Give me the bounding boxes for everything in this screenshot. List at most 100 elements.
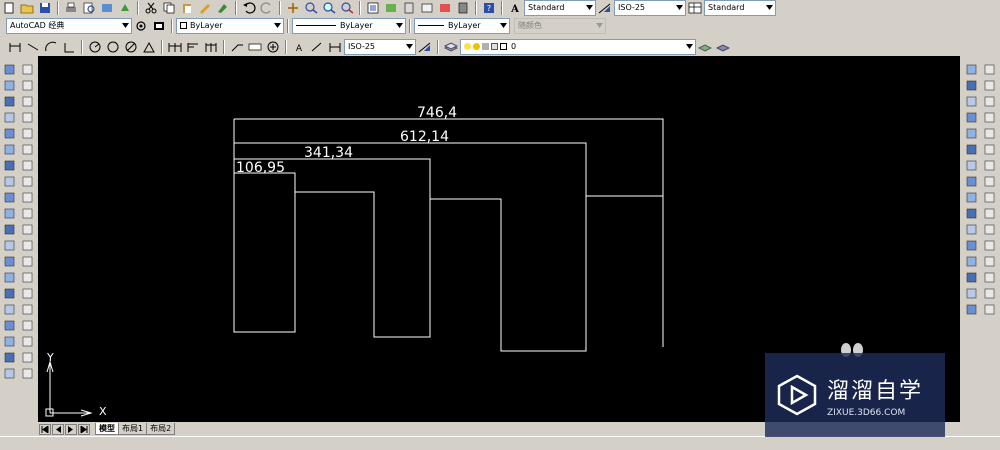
- tab-model[interactable]: 模型: [95, 423, 119, 435]
- make-block-icon[interactable]: [20, 270, 35, 285]
- baseline-dimension-icon[interactable]: [185, 40, 201, 54]
- table-icon-3d[interactable]: [2, 350, 17, 365]
- match-properties-icon[interactable]: [197, 1, 213, 15]
- ellipse-arc-icon-3d[interactable]: [2, 238, 17, 253]
- tab-layout1[interactable]: 布局1: [118, 423, 148, 435]
- previous-tab-button[interactable]: [52, 423, 64, 435]
- copy-icon[interactable]: [982, 78, 997, 93]
- trim-icon-solid[interactable]: [964, 206, 979, 221]
- chamfer-icon-solid[interactable]: [964, 270, 979, 285]
- trim-icon[interactable]: [982, 206, 997, 221]
- polygon-icon-3d[interactable]: [2, 126, 17, 141]
- circle-icon[interactable]: [20, 174, 35, 189]
- mirror-icon-solid[interactable]: [964, 94, 979, 109]
- point-icon-3d[interactable]: [2, 62, 17, 77]
- pan-realtime-icon[interactable]: [285, 1, 301, 15]
- arc-icon-3d[interactable]: [2, 158, 17, 173]
- workspace-select[interactable]: AutoCAD 经典: [6, 17, 132, 34]
- dimension-edit-icon[interactable]: A: [291, 40, 307, 54]
- rotate-icon[interactable]: [982, 158, 997, 173]
- hatch-icon[interactable]: [20, 302, 35, 317]
- polyline-icon-3d[interactable]: [2, 110, 17, 125]
- tab-layout2[interactable]: 布局2: [146, 423, 176, 435]
- move-icon-solid[interactable]: [964, 142, 979, 157]
- mirror-icon[interactable]: [982, 94, 997, 109]
- copy-clip-icon[interactable]: [161, 1, 177, 15]
- erase-icon-solid[interactable]: [964, 62, 979, 77]
- dimension-text-edit-icon[interactable]: [309, 40, 325, 54]
- arc-icon[interactable]: [20, 158, 35, 173]
- 3d-dwf-icon[interactable]: [117, 1, 133, 15]
- move-icon[interactable]: [982, 142, 997, 157]
- print-preview-icon[interactable]: [81, 1, 97, 15]
- jogged-dimension-icon[interactable]: [105, 40, 121, 54]
- gradient-icon[interactable]: [20, 318, 35, 333]
- copy-icon-solid[interactable]: [964, 78, 979, 93]
- insert-block-icon[interactable]: [20, 254, 35, 269]
- revision-cloud-icon-3d[interactable]: [2, 190, 17, 205]
- break-icon[interactable]: [982, 238, 997, 253]
- table-style-select[interactable]: Standard: [704, 0, 776, 16]
- line-icon[interactable]: [20, 78, 35, 93]
- hatch-icon-3d[interactable]: [2, 302, 17, 317]
- linear-dimension-icon[interactable]: [7, 40, 23, 54]
- array-icon-solid[interactable]: [964, 126, 979, 141]
- fillet-icon[interactable]: [982, 286, 997, 301]
- lineweight-control-select[interactable]: ByLayer: [414, 17, 510, 34]
- angular-dimension-icon[interactable]: [141, 40, 157, 54]
- region-icon[interactable]: [20, 334, 35, 349]
- dimension-style-manager-icon[interactable]: [417, 40, 433, 54]
- offset-icon[interactable]: [982, 110, 997, 125]
- multiline-text-icon-3d[interactable]: [2, 366, 17, 381]
- command-line-area[interactable]: [0, 436, 1000, 450]
- extend-icon[interactable]: [982, 222, 997, 237]
- text-style-select[interactable]: Standard: [524, 0, 596, 16]
- construction-line-icon[interactable]: [20, 94, 35, 109]
- last-tab-button[interactable]: [78, 423, 90, 435]
- design-center-icon[interactable]: [383, 1, 399, 15]
- break-icon-solid[interactable]: [964, 238, 979, 253]
- open-file-icon[interactable]: [19, 1, 35, 15]
- first-tab-button[interactable]: [39, 423, 51, 435]
- ordinate-dimension-icon[interactable]: [61, 40, 77, 54]
- array-icon[interactable]: [982, 126, 997, 141]
- print-icon[interactable]: [63, 1, 79, 15]
- explode-icon[interactable]: [982, 302, 997, 317]
- stretch-icon-solid[interactable]: [964, 190, 979, 205]
- region-icon-3d[interactable]: [2, 334, 17, 349]
- stretch-icon[interactable]: [982, 190, 997, 205]
- erase-icon[interactable]: [982, 62, 997, 77]
- extend-icon-solid[interactable]: [964, 222, 979, 237]
- polyline-icon[interactable]: [20, 110, 35, 125]
- construction-line-icon-3d[interactable]: [2, 94, 17, 109]
- point-marker-icon-3d[interactable]: [2, 286, 17, 301]
- new-file-icon[interactable]: [1, 1, 17, 15]
- join-icon[interactable]: [982, 254, 997, 269]
- calculator-icon[interactable]: [455, 1, 471, 15]
- multiline-text-icon[interactable]: [20, 366, 35, 381]
- aligned-dimension-icon[interactable]: [25, 40, 41, 54]
- diameter-dimension-icon[interactable]: [123, 40, 139, 54]
- make-block-icon-3d[interactable]: [2, 270, 17, 285]
- sheet-set-icon[interactable]: [419, 1, 435, 15]
- fillet-icon-solid[interactable]: [964, 286, 979, 301]
- rectangle-icon-3d[interactable]: [2, 142, 17, 157]
- redo-icon[interactable]: [259, 1, 275, 15]
- offset-icon-solid[interactable]: [964, 110, 979, 125]
- scale-icon-solid[interactable]: [964, 174, 979, 189]
- scale-icon[interactable]: [982, 174, 997, 189]
- save-icon[interactable]: [37, 1, 53, 15]
- quick-dimension-icon[interactable]: [167, 40, 183, 54]
- ellipse-icon-3d[interactable]: [2, 222, 17, 237]
- table-icon[interactable]: [20, 350, 35, 365]
- markup-icon[interactable]: [437, 1, 453, 15]
- properties-icon[interactable]: [365, 1, 381, 15]
- gradient-icon-3d[interactable]: [2, 318, 17, 333]
- circle-icon-3d[interactable]: [2, 174, 17, 189]
- layer-manager-icon[interactable]: [151, 19, 167, 33]
- quick-leader-icon[interactable]: [229, 40, 245, 54]
- zoom-window-icon[interactable]: [321, 1, 337, 15]
- chamfer-icon[interactable]: [982, 270, 997, 285]
- line-icon-3d[interactable]: [2, 78, 17, 93]
- rotate-icon-solid[interactable]: [964, 158, 979, 173]
